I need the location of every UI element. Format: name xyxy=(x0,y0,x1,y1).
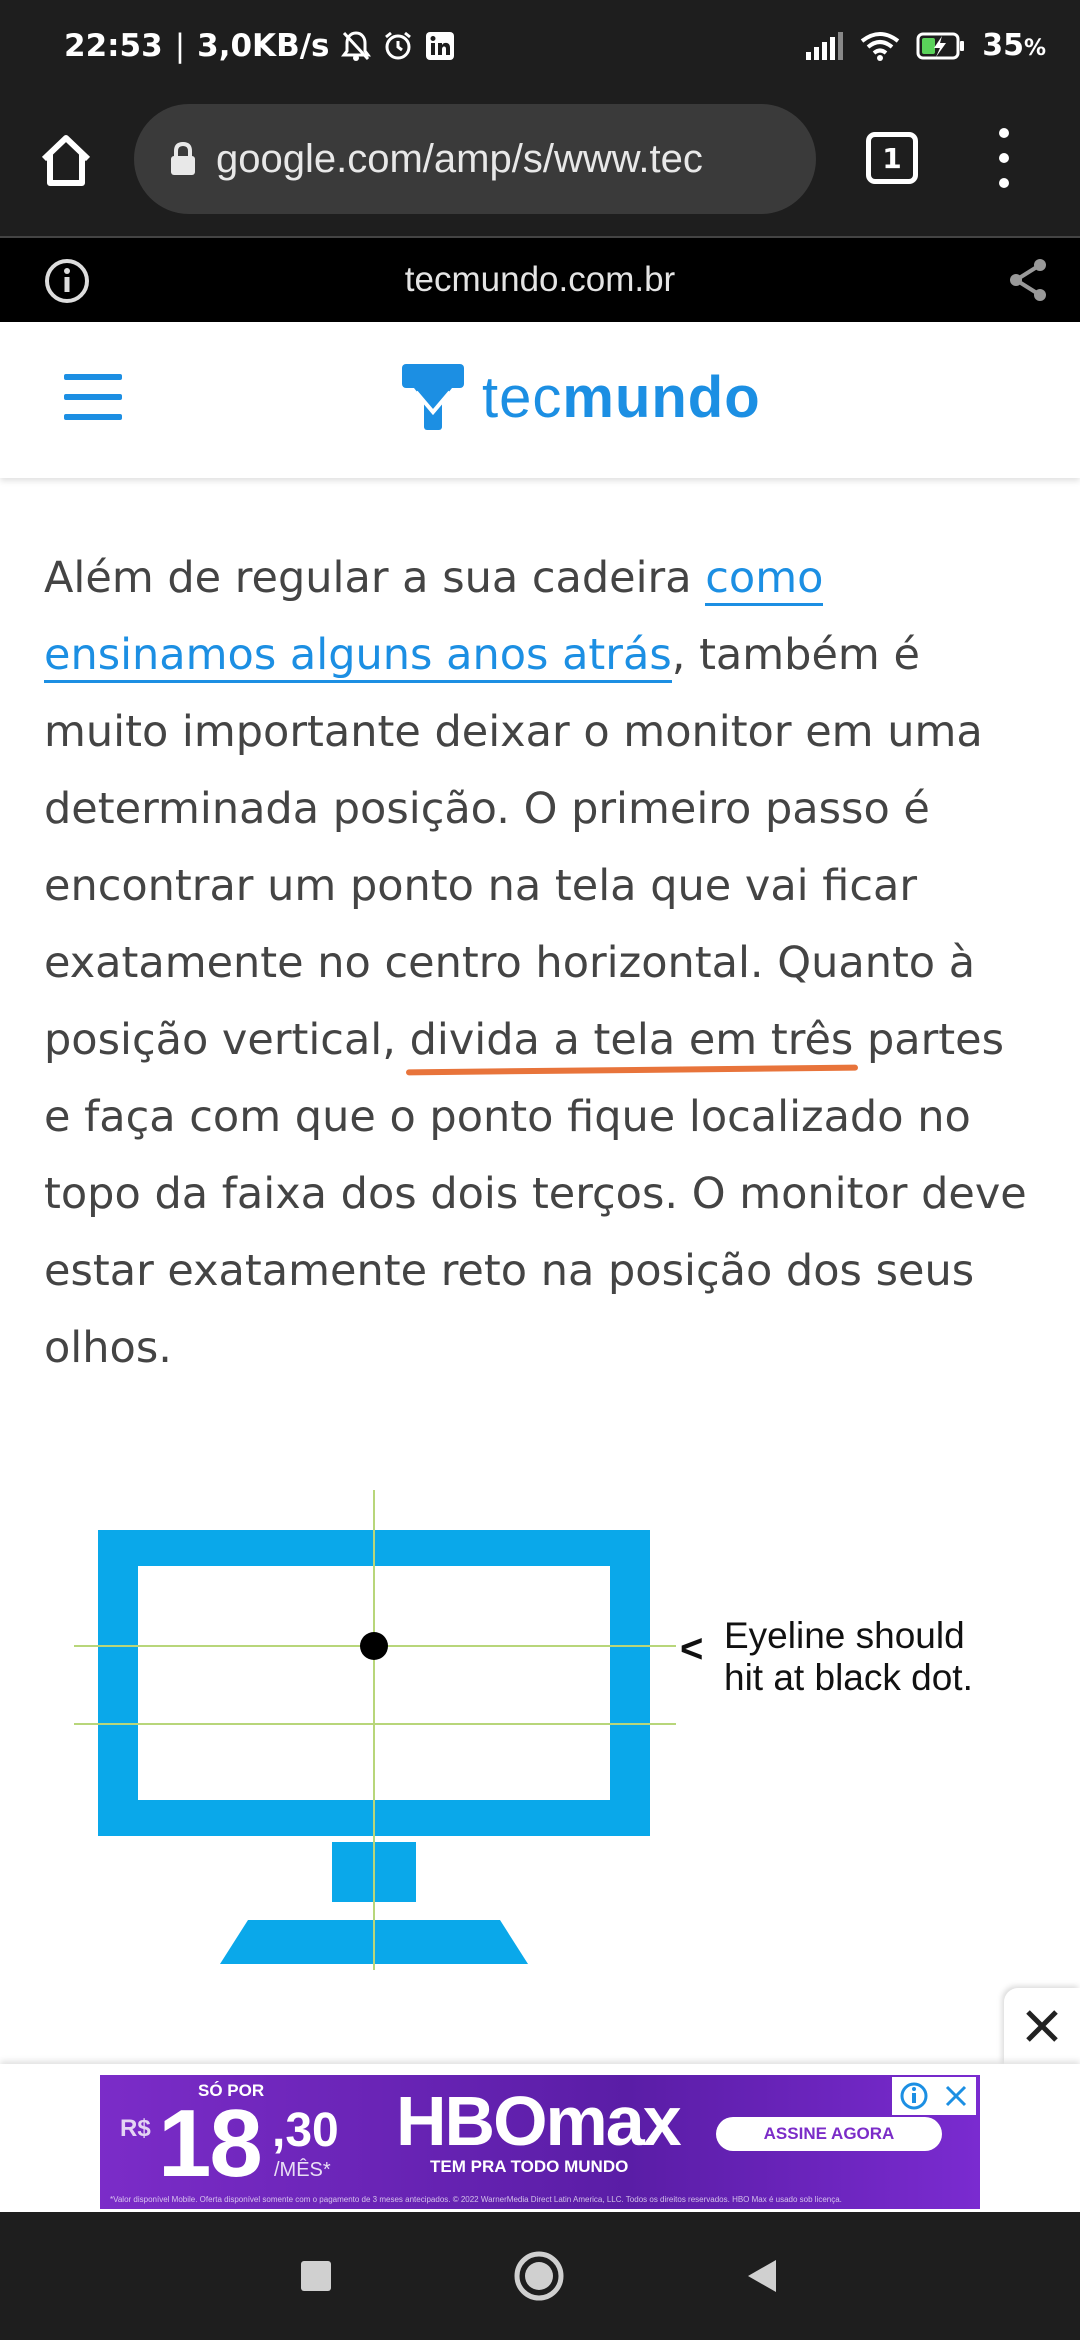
ad-price: 18 xyxy=(158,2090,263,2197)
ad-currency: R$ xyxy=(120,2115,151,2142)
hamburger-line xyxy=(64,394,122,400)
share-icon xyxy=(1010,259,1046,301)
tecmundo-logo-icon xyxy=(402,364,464,430)
circle-icon xyxy=(514,2251,564,2301)
ad-banner[interactable]: SÓ POR R$ 18 ,30 /MÊS* HBOmax TEM PRA TO… xyxy=(100,2075,980,2209)
home-button[interactable] xyxy=(30,124,102,196)
recents-button[interactable] xyxy=(286,2246,346,2306)
status-time: 22:53 xyxy=(64,28,163,64)
status-right: 35% xyxy=(804,28,1046,63)
ad-container: SÓ POR R$ 18 ,30 /MÊS* HBOmax TEM PRA TO… xyxy=(0,2064,1080,2212)
caption-arrow: < xyxy=(680,1627,703,1671)
battery-charging-icon xyxy=(916,31,966,61)
ad-fineprint: *Valor disponível Mobile. Oferta disponí… xyxy=(110,2195,842,2204)
lock-icon xyxy=(171,142,195,175)
amp-domain: tecmundo.com.br xyxy=(404,260,676,299)
site-logo[interactable]: tecmundo xyxy=(400,362,761,432)
status-left: 22:53 | 3,0KB/s xyxy=(64,28,455,64)
logo-text: tecmundo xyxy=(482,364,761,430)
system-navigation-bar xyxy=(0,2212,1080,2340)
home-icon xyxy=(41,135,91,186)
back-triangle-icon xyxy=(748,2260,776,2292)
omnibox[interactable]: google.com/amp/s/www.tec xyxy=(134,104,816,214)
alarm-icon xyxy=(383,30,413,62)
battery-percent: 35% xyxy=(982,28,1046,63)
status-separator: | xyxy=(174,28,186,64)
close-icon xyxy=(1026,2010,1058,2042)
url-text: google.com/amp/s/www.tec xyxy=(216,136,703,181)
wifi-icon xyxy=(860,31,900,61)
browser-toolbar: google.com/amp/s/www.tec 1 xyxy=(0,98,1080,236)
ad-tagline: TEM PRA TODO MUNDO xyxy=(430,2157,629,2176)
caption-line-2: hit at black dot. xyxy=(724,1657,973,1698)
back-button[interactable] xyxy=(732,2246,792,2306)
bell-off-icon xyxy=(341,30,372,62)
share-button[interactable] xyxy=(1006,256,1050,308)
square-icon xyxy=(301,2261,331,2291)
paragraph-text: , também é muito importante deixar o mon… xyxy=(44,630,983,1065)
ad-cta-button[interactable]: ASSINE AGORA xyxy=(716,2117,942,2151)
status-bar: 22:53 | 3,0KB/s 35% xyxy=(0,0,1080,98)
highlighted-text: divida a tela em três xyxy=(409,1015,854,1065)
ad-brand-logo: HBOmax xyxy=(396,2082,682,2160)
menu-dot xyxy=(999,152,1009,163)
adchoices-info-icon xyxy=(900,2082,928,2110)
menu-dot xyxy=(999,127,1009,138)
black-dot xyxy=(360,1632,388,1660)
caption-line-1: Eyeline should xyxy=(724,1615,965,1656)
hamburger-line xyxy=(64,414,122,420)
ad-choices[interactable] xyxy=(892,2077,976,2115)
hamburger-line xyxy=(64,374,122,380)
overflow-menu-button[interactable] xyxy=(984,120,1024,196)
paragraph-text: Além de regular a sua cadeira xyxy=(44,553,706,603)
home-nav-button[interactable] xyxy=(509,2246,569,2306)
ad-close-x-icon xyxy=(945,2085,967,2107)
article-paragraph: Além de regular a sua cadeira como ensin… xyxy=(44,540,1044,1387)
amp-header-bar: tecmundo.com.br xyxy=(0,236,1080,322)
signal-icon xyxy=(804,31,844,60)
site-header: tecmundo xyxy=(0,322,1080,478)
menu-dot xyxy=(999,178,1009,189)
ad-close-button[interactable] xyxy=(1004,1988,1080,2064)
tab-switcher-button[interactable]: 1 xyxy=(866,132,918,184)
status-speed: 3,0KB/s xyxy=(197,28,330,64)
ad-per-month: /MÊS* xyxy=(274,2159,331,2181)
linkedin-icon xyxy=(425,31,455,61)
ad-price-cents: ,30 xyxy=(272,2104,339,2157)
hamburger-menu-button[interactable] xyxy=(64,374,122,420)
monitor-eyeline-illustration: < Eyeline should hit at black dot. xyxy=(60,1480,1020,1980)
